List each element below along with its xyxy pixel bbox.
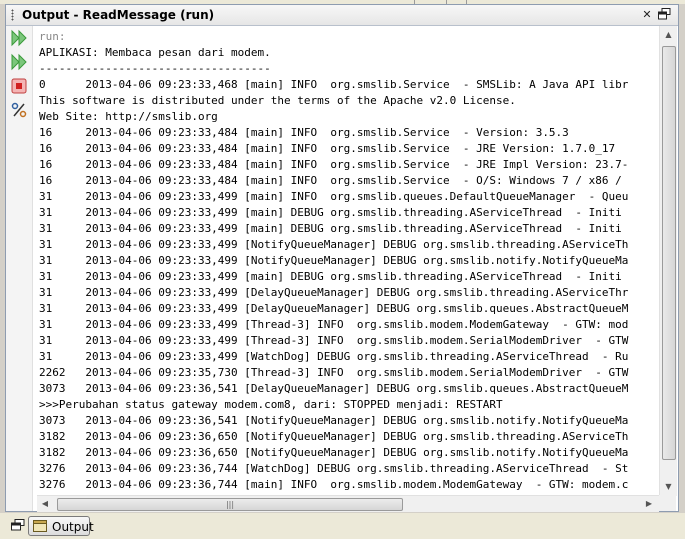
console-line: 31 2013-04-06 09:23:33,499 [NotifyQueueM…	[39, 254, 629, 267]
maximize-icon[interactable]	[657, 8, 671, 22]
stop-button[interactable]	[10, 77, 28, 95]
double-play-icon	[11, 29, 27, 47]
console-line: 31 2013-04-06 09:23:33,499 [main] INFO o…	[39, 190, 629, 203]
console-line: -----------------------------------	[39, 62, 271, 75]
console-line: 3073 2013-04-06 09:23:36,541 [NotifyQueu…	[39, 414, 629, 427]
restore-icon[interactable]	[11, 519, 25, 533]
console-line: 31 2013-04-06 09:23:33,499 [main] DEBUG …	[39, 222, 622, 235]
horizontal-scrollbar[interactable]: ◀ ||| ▶	[37, 495, 659, 512]
console-line: 3073 2013-04-06 09:23:36,541 [DelayQueue…	[39, 382, 629, 395]
console-line: >>>Perubahan status gateway modem.com8, …	[39, 398, 503, 411]
output-window-icon	[33, 520, 47, 532]
stop-icon	[11, 78, 27, 94]
double-play-icon	[11, 53, 27, 71]
vertical-scrollbar[interactable]: ▲ ▼	[659, 26, 677, 496]
panel-title: Output - ReadMessage (run)	[22, 8, 215, 22]
scroll-left-arrow-icon[interactable]: ◀	[37, 496, 53, 512]
console-line: 31 2013-04-06 09:23:33,499 [Thread-3] IN…	[39, 318, 629, 331]
console-line: 31 2013-04-06 09:23:33,499 [NotifyQueueM…	[39, 238, 629, 251]
gear-percent-icon	[11, 102, 27, 118]
vertical-scroll-thumb[interactable]	[662, 46, 676, 460]
minimized-bar: Output	[0, 513, 685, 539]
output-tab-label: Output	[52, 520, 94, 534]
console-output[interactable]: run: APLIKASI: Membaca pesan dari modem. -…	[37, 26, 659, 495]
console-line: 2262 2013-04-06 09:23:35,730 [Thread-3] …	[39, 366, 629, 379]
console-line: This software is distributed under the t…	[39, 94, 516, 107]
console-line: APLIKASI: Membaca pesan dari modem.	[39, 46, 271, 59]
scroll-down-arrow-icon[interactable]: ▼	[660, 478, 677, 495]
scroll-right-arrow-icon[interactable]: ▶	[641, 496, 657, 512]
console-line: 31 2013-04-06 09:23:33,499 [main] DEBUG …	[39, 270, 622, 283]
horizontal-scroll-thumb[interactable]: |||	[57, 498, 403, 511]
scroll-corner	[659, 495, 676, 511]
console-line: 31 2013-04-06 09:23:33,499 [Thread-3] IN…	[39, 334, 629, 347]
console-line: 16 2013-04-06 09:23:33,484 [main] INFO o…	[39, 174, 622, 187]
console-line: 0 2013-04-06 09:23:33,468 [main] INFO or…	[39, 78, 629, 91]
rerun-button[interactable]	[10, 29, 28, 47]
console-line: Web Site: http://smslib.org	[39, 110, 218, 123]
output-titlebar[interactable]: Output - ReadMessage (run) ✕	[6, 5, 678, 26]
console-line: 3276 2013-04-06 09:23:36,744 [WatchDog] …	[39, 462, 629, 475]
console-line: 31 2013-04-06 09:23:33,499 [DelayQueueMa…	[39, 286, 629, 299]
output-settings-button[interactable]	[10, 101, 28, 119]
scroll-up-arrow-icon[interactable]: ▲	[660, 26, 677, 43]
output-panel: Output - ReadMessage (run) ✕ run: APLIKA…	[5, 4, 679, 512]
close-icon[interactable]: ✕	[640, 8, 654, 22]
console-line: 31 2013-04-06 09:23:33,499 [DelayQueueMa…	[39, 302, 629, 315]
console-line: 31 2013-04-06 09:23:33,499 [WatchDog] DE…	[39, 350, 629, 363]
console-line: 16 2013-04-06 09:23:33,484 [main] INFO o…	[39, 126, 569, 139]
rerun-with-options-button[interactable]	[10, 53, 28, 71]
drag-grip-icon[interactable]	[11, 9, 14, 21]
console-line: 3276 2013-04-06 09:23:36,744 [main] INFO…	[39, 478, 629, 491]
console-line: 16 2013-04-06 09:23:33,484 [main] INFO o…	[39, 158, 629, 171]
output-tab[interactable]: Output	[28, 516, 94, 536]
console-line: 3182 2013-04-06 09:23:36,650 [NotifyQueu…	[39, 446, 629, 459]
console-line: 16 2013-04-06 09:23:33,484 [main] INFO o…	[39, 142, 616, 155]
console-line: run:	[39, 30, 66, 43]
console-line: 31 2013-04-06 09:23:33,499 [main] DEBUG …	[39, 206, 622, 219]
console-line: 3182 2013-04-06 09:23:36,650 [NotifyQueu…	[39, 430, 629, 443]
output-toolbar	[6, 26, 33, 511]
